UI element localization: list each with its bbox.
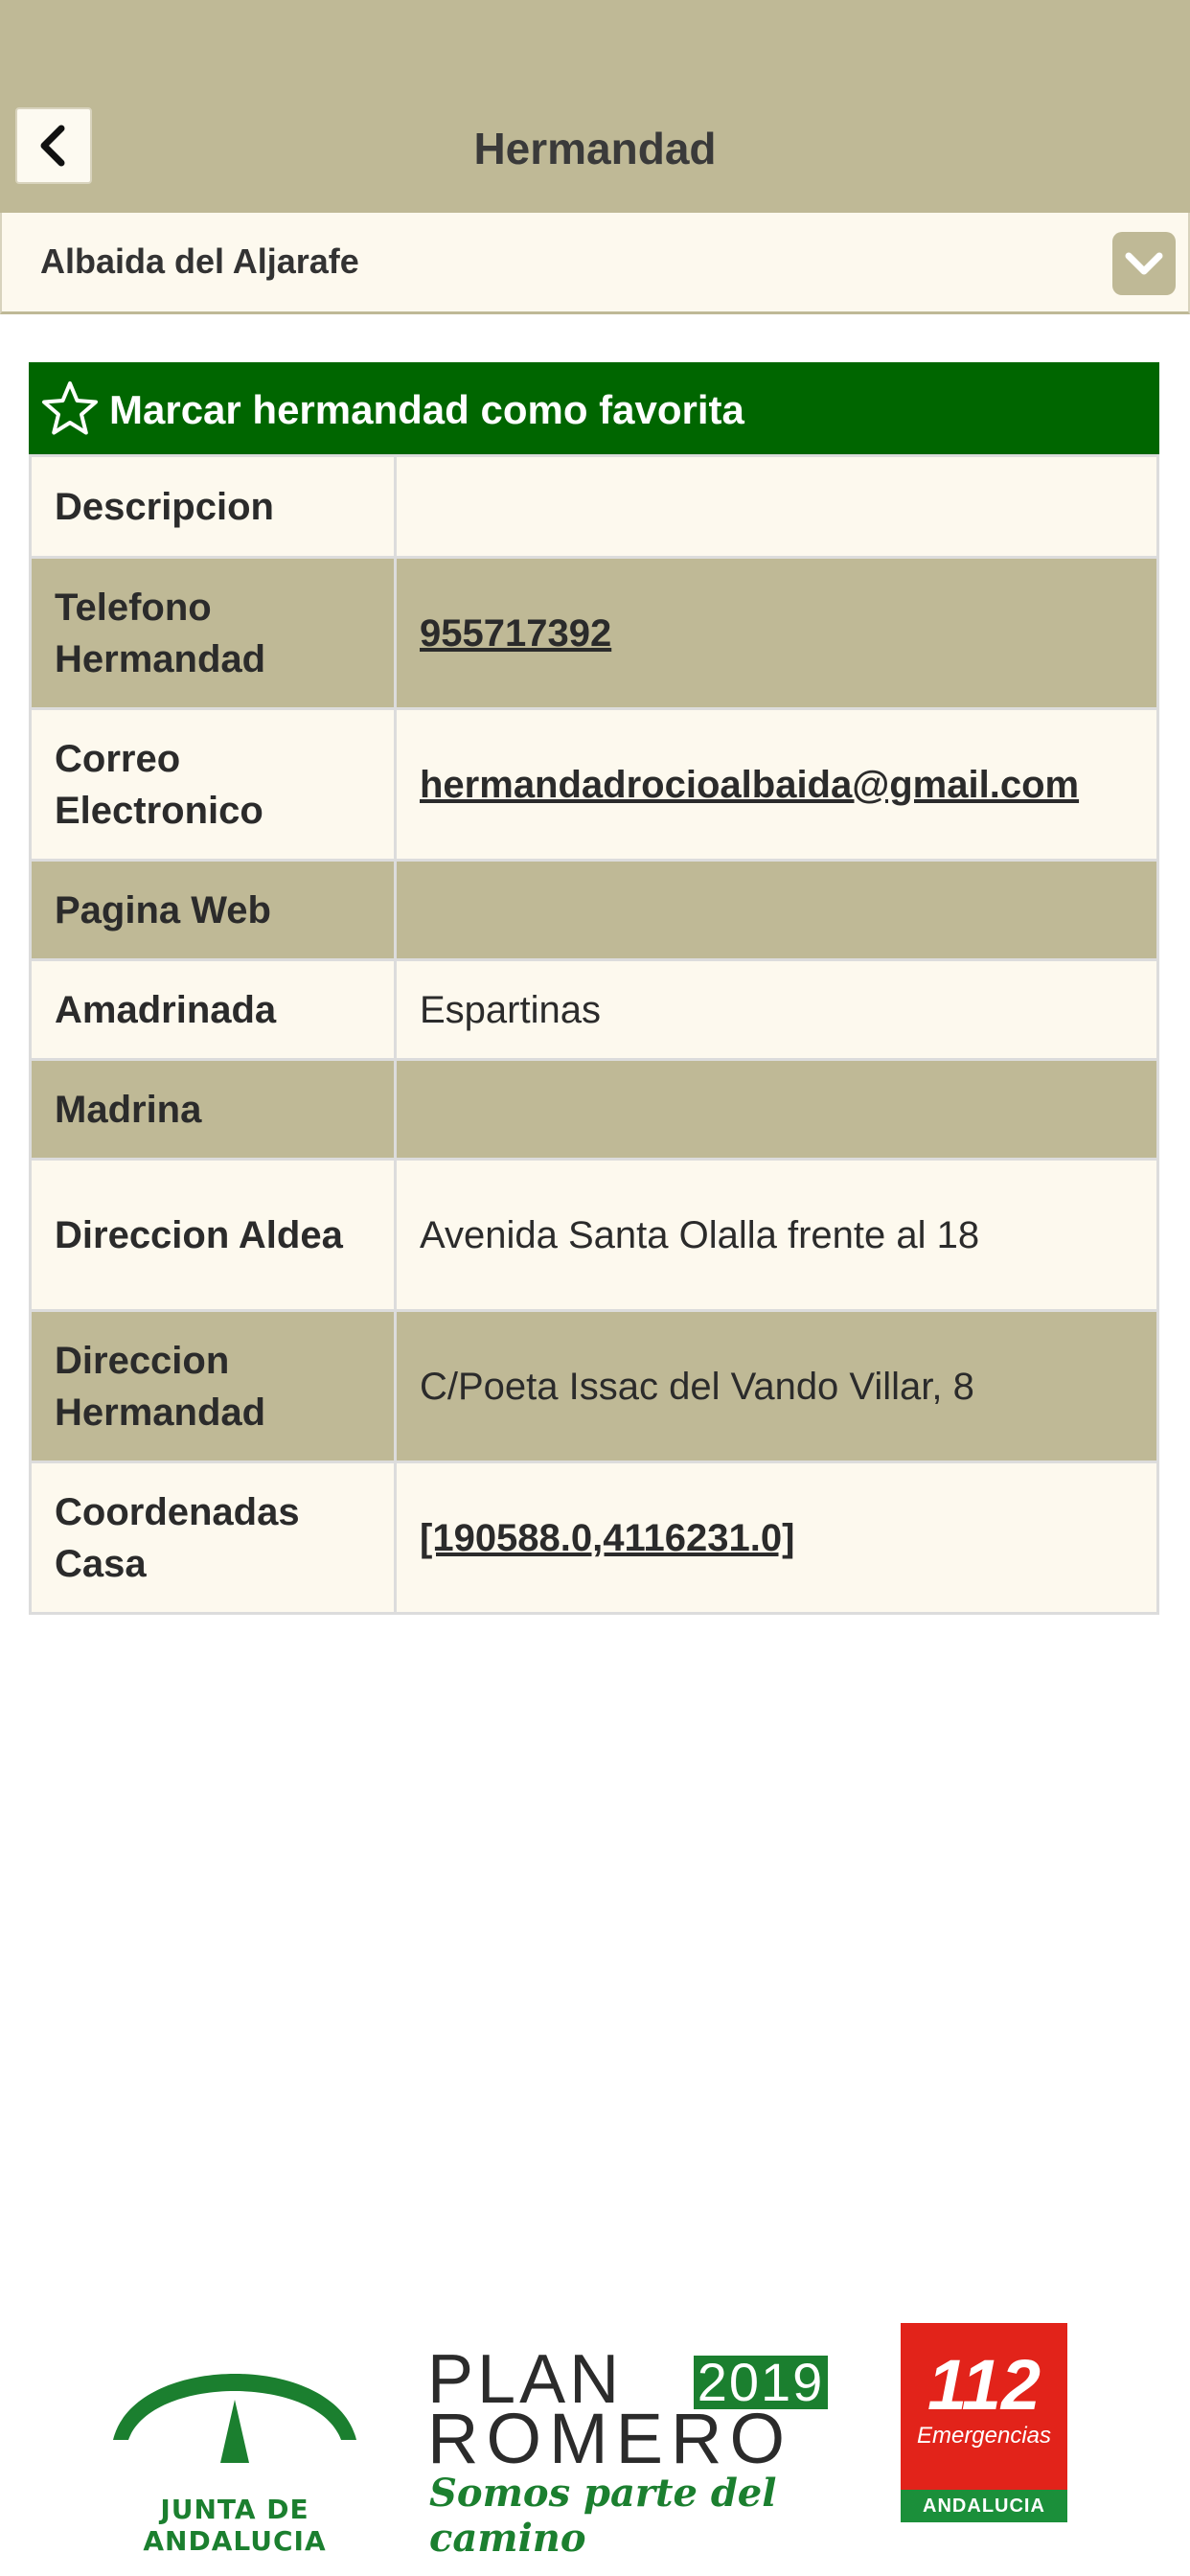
table-row: Pagina Web [29,859,1159,961]
info-table: Descripcion Telefono Hermandad 955717392 Co… [29,454,1159,1615]
row-value: Avenida Santa Olalla frente al 18 [394,1158,1159,1312]
table-row: Direccion Hermandad C/Poeta Issac del Van… [29,1309,1159,1463]
row-label: Telefono Hermandad [29,556,397,710]
table-row: Direccion Aldea Avenida Santa Olalla fren… [29,1158,1159,1312]
row-label: Coordenadas Casa [29,1460,397,1615]
table-row: Correo Electronico hermandadrocioalbaida@… [29,707,1159,862]
row-link[interactable]: 955717392 [420,612,611,655]
row-link[interactable]: [190588.0,4116231.0] [420,1517,794,1559]
row-label: Correo Electronico [29,707,397,862]
chevron-down-icon [1125,252,1163,275]
top-bar: Hermandad [0,0,1190,213]
row-label: Direccion Hermandad [29,1309,397,1463]
row-label: Madrina [29,1058,397,1161]
row-label: Direccion Aldea [29,1158,397,1312]
hermandad-card: Marcar hermandad como favorita Descripci… [29,362,1159,1615]
table-row: Madrina [29,1058,1159,1161]
row-value: C/Poeta Issac del Vando Villar, 8 [394,1309,1159,1463]
emergencias-112-logo: 112 Emergencias ANDALUCIA [901,2323,1067,2522]
row-value: hermandadrocioalbaida@gmail.com [394,707,1159,862]
selector-value: Albaida del Aljarafe [40,242,359,281]
row-value [394,1058,1159,1161]
page-title: Hermandad [473,124,717,173]
favorite-label: Marcar hermandad como favorita [109,387,744,432]
row-label: Pagina Web [29,859,397,961]
favorite-button[interactable]: Marcar hermandad como favorita [29,362,1159,454]
row-value [394,454,1159,559]
row-value [394,859,1159,961]
junta-de-andalucia-logo: JUNTA DE ANDALUCIA [105,2333,364,2557]
row-value: Espartinas [394,958,1159,1061]
footer-logos: JUNTA DE ANDALUCIA PLAN 2019 ROMERO Somo… [0,2310,1190,2561]
hermandad-selector[interactable]: Albaida del Aljarafe [0,213,1190,314]
row-label: Descripcion [29,454,397,559]
table-row: Descripcion [29,454,1159,559]
row-link[interactable]: hermandadrocioalbaida@gmail.com [420,764,1079,806]
row-value: [190588.0,4116231.0] [394,1460,1159,1615]
row-value: 955717392 [394,556,1159,710]
table-row: Coordenadas Casa [190588.0,4116231.0] [29,1460,1159,1615]
table-row: Telefono Hermandad 955717392 [29,556,1159,710]
table-row: Amadrinada Espartinas [29,958,1159,1061]
selector-dropdown-button[interactable] [1112,232,1176,295]
plan-romero-logo: PLAN 2019 ROMERO Somos parte del camino [427,2345,839,2561]
row-label: Amadrinada [29,958,397,1061]
star-outline-icon [42,381,98,435]
